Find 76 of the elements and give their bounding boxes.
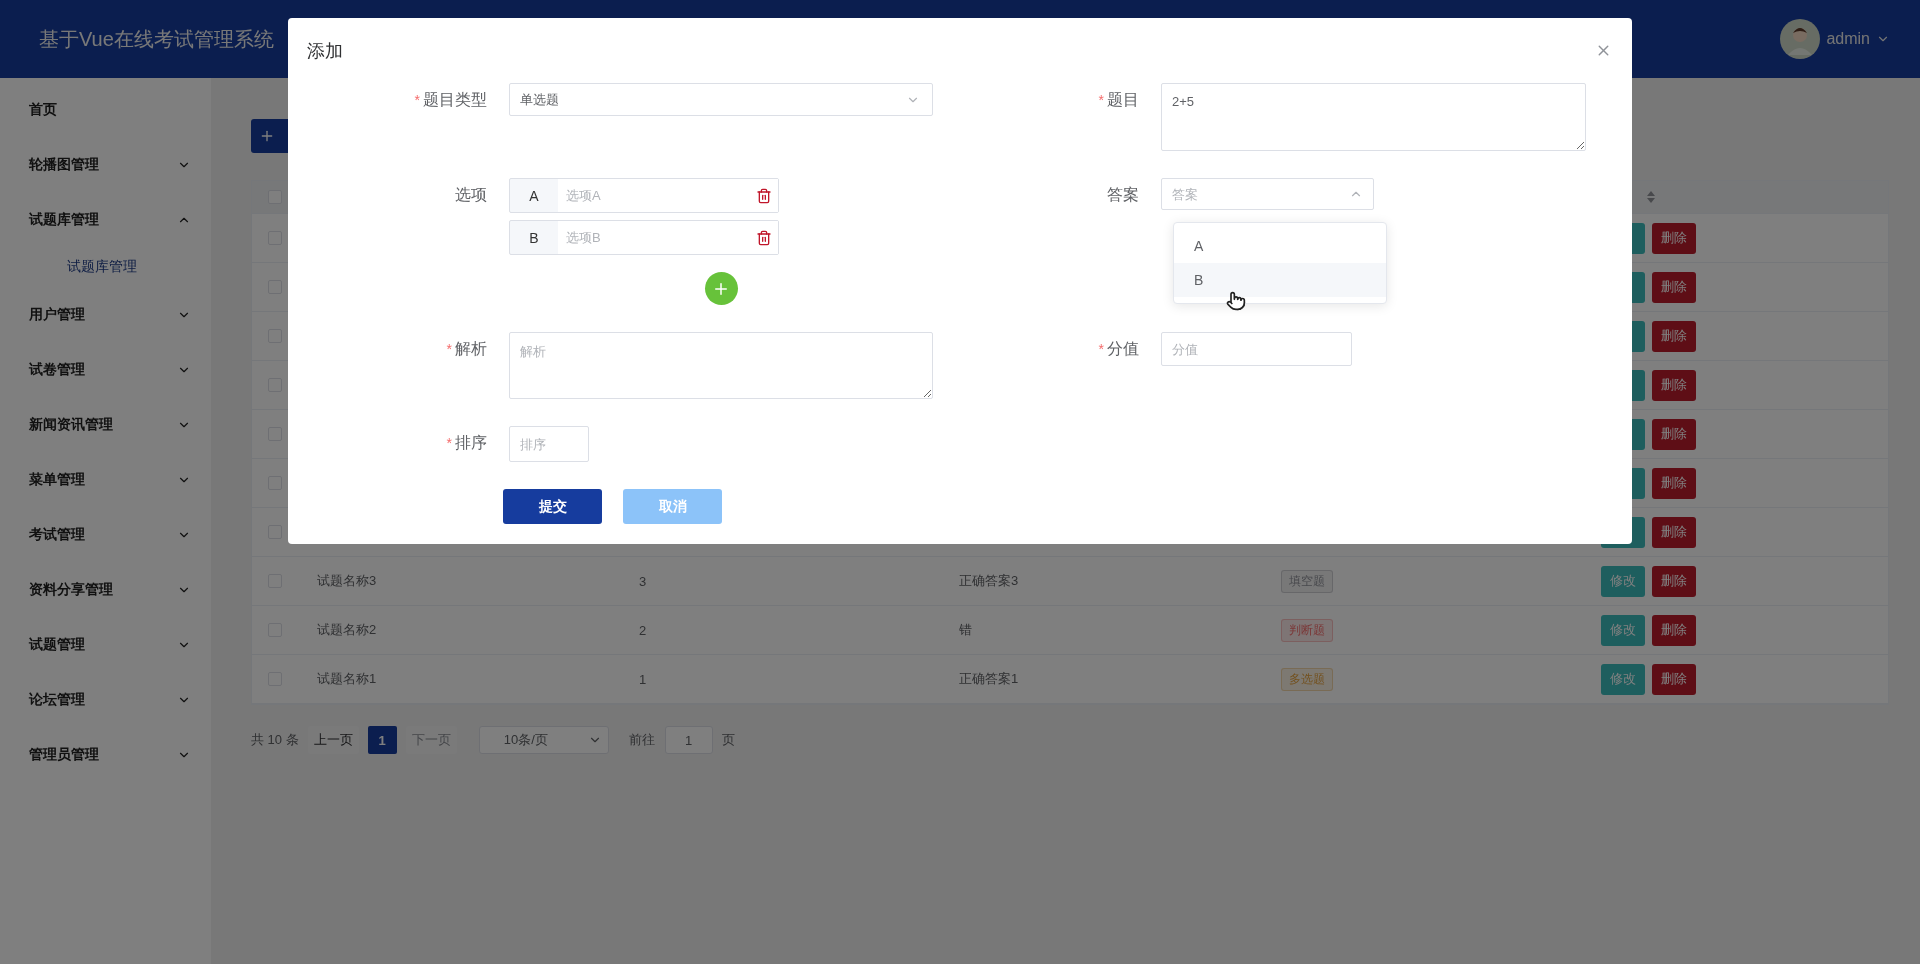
dropdown-option[interactable]: A [1174,229,1386,263]
delete-button[interactable]: 删除 [1652,222,1696,254]
table-cell: 3 [639,573,647,589]
dropdown-option[interactable]: B [1174,263,1386,297]
table-cell: 试题名称3 [317,572,377,590]
menu-item[interactable]: 菜单管理 [0,452,211,507]
menu-item[interactable]: 用户管理 [0,287,211,342]
goto-page-field[interactable]: 1 [664,726,713,754]
type-tag: 多选题 [1281,667,1333,691]
analysis-field[interactable]: 解析 [509,332,933,399]
total-count: 共 10 条 [251,731,299,749]
answer-select[interactable]: 答案 [1161,178,1374,210]
menu-item[interactable]: 资料分享管理 [0,562,211,617]
trash-icon [756,187,772,204]
field-label: 排序 [455,432,487,453]
delete-button[interactable]: 删除 [1652,369,1696,401]
table-cell: 2 [639,622,647,638]
submit-button[interactable]: 提交 [503,489,602,524]
type-select[interactable]: 单选题 [509,83,933,116]
option-field[interactable]: 选项B [558,221,750,254]
user-name[interactable]: admin [1826,30,1870,48]
delete-button[interactable]: 删除 [1652,271,1696,303]
option-letter: B [528,228,540,248]
field-label: 选项 [455,184,487,205]
page-number[interactable]: 1 [367,726,397,754]
avatar-icon[interactable] [1780,19,1821,59]
delete-button[interactable]: 删除 [1652,614,1696,646]
trash-button[interactable] [750,221,778,254]
sort-icon[interactable] [1646,190,1656,204]
field-label: 分值 [1107,338,1139,359]
required-mark: * [1098,92,1104,108]
sort-field[interactable]: 排序 [509,426,589,462]
dialog-title: 添加 [307,39,343,63]
delete-button[interactable]: 删除 [1652,663,1696,695]
table-cell: 正确答案1 [959,670,1019,688]
menu-item[interactable]: 试题管理 [0,617,211,672]
submenu-item[interactable]: 试题库管理 [0,247,211,287]
required-mark: * [446,341,452,357]
menu-item[interactable]: 试卷管理 [0,342,211,397]
plus-icon [259,128,275,144]
delete-button[interactable]: 删除 [1652,565,1696,597]
add-option-button[interactable] [704,272,738,305]
table-cell: 1 [639,671,647,687]
page-suffix: 页 [721,731,735,749]
question-field[interactable]: 2+5 [1161,83,1586,151]
trash-icon [756,229,772,246]
field-label: 解析 [455,338,487,359]
table-cell: 试题名称1 [317,670,377,688]
required-mark: * [446,435,452,451]
table-cell: 错 [959,621,972,639]
required-mark: * [414,92,420,108]
menu-item[interactable]: 首页 [0,82,211,137]
delete-button[interactable]: 删除 [1652,320,1696,352]
menu-item[interactable]: 新闻资讯管理 [0,397,211,452]
menu-item[interactable]: 轮播图管理 [0,137,211,192]
delete-button[interactable]: 删除 [1652,418,1696,450]
app-title: 基于Vue在线考试管理系统 [39,26,274,52]
option-letter: A [528,186,540,206]
field-label: 题目类型 [423,89,487,110]
field-label: 答案 [1107,184,1139,205]
trash-button[interactable] [750,179,778,212]
option-field[interactable]: 选项A [558,179,750,212]
menu-item[interactable]: 论坛管理 [0,672,211,727]
goto-label: 前往 [628,731,655,749]
score-field[interactable]: 分值 [1161,332,1352,366]
delete-button[interactable]: 删除 [1652,516,1696,548]
page-size-select[interactable]: 10条/页 [478,726,609,754]
menu-item[interactable]: 考试管理 [0,507,211,562]
table-cell: 试题名称2 [317,621,377,639]
required-mark: * [1098,341,1104,357]
field-label: 题目 [1107,89,1139,110]
table-cell: 正确答案3 [959,572,1019,590]
menu-item[interactable]: 管理员管理 [0,727,211,782]
delete-button[interactable]: 删除 [1652,467,1696,499]
menu-item[interactable]: 试题库管理 [0,192,211,247]
type-tag: 判断题 [1281,618,1333,642]
